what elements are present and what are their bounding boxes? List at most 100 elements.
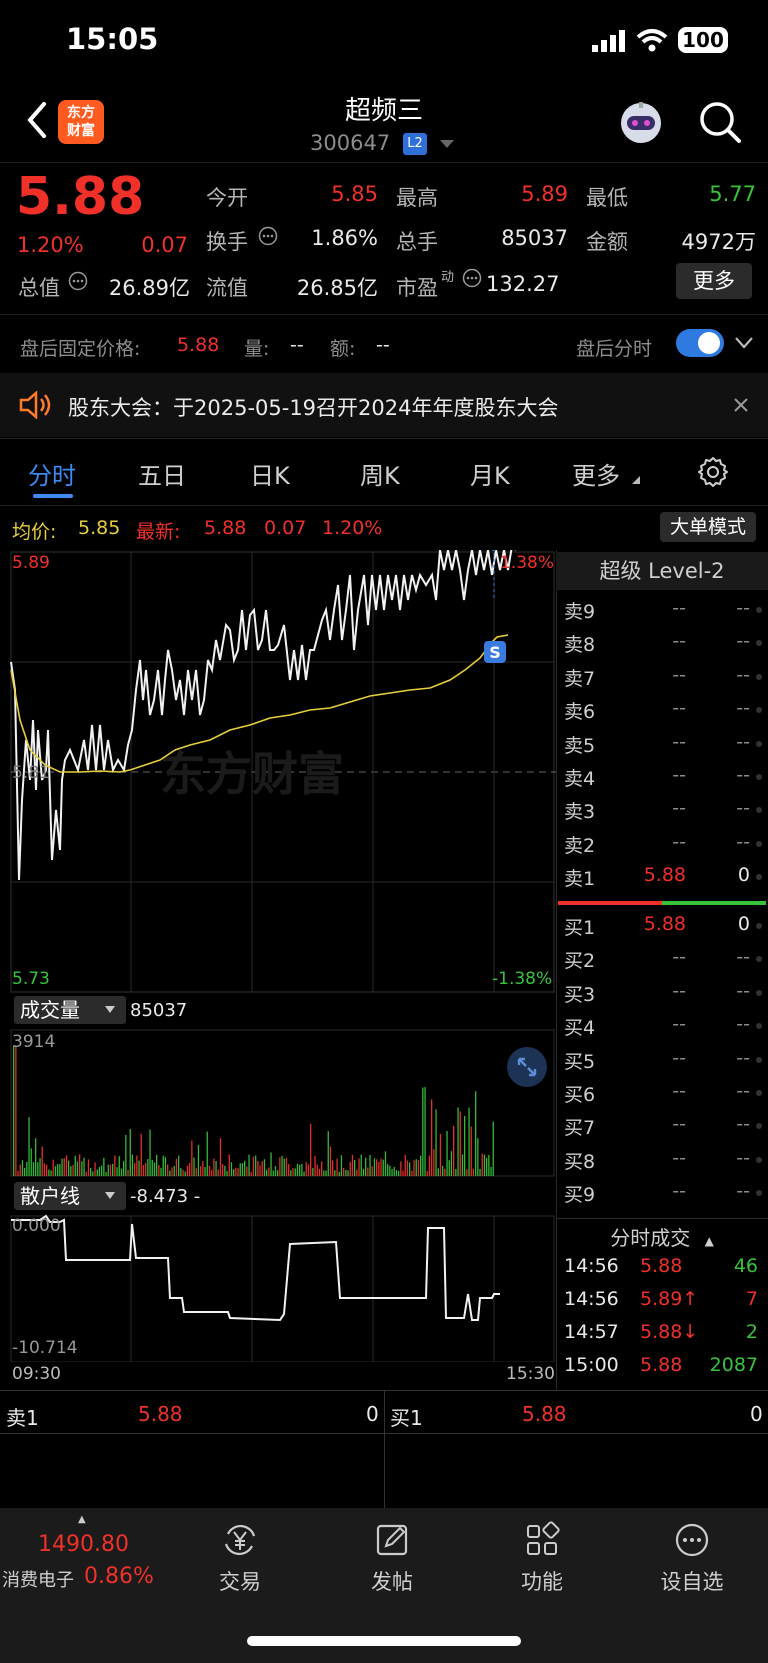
volume-bar	[437, 1168, 439, 1176]
home-indicator[interactable]	[247, 1636, 521, 1646]
bid-row[interactable]: 买2 -- --	[560, 946, 768, 978]
ask-row[interactable]: 卖4 -- --	[560, 764, 768, 796]
sell-signal-marker[interactable]: S	[483, 640, 507, 666]
volume-bar	[321, 1161, 323, 1176]
tab-daily-k[interactable]: 日K	[250, 456, 290, 491]
stock-code[interactable]: 300647	[310, 131, 390, 155]
search-icon[interactable]	[698, 100, 742, 144]
volume-bar	[351, 1154, 354, 1176]
volume-bar	[259, 1165, 261, 1176]
nav-functions-label: 功能	[521, 1570, 563, 1594]
volume-bar	[252, 1156, 255, 1176]
ask-price: --	[672, 830, 686, 853]
intraday-price-chart[interactable]: 东方财富	[0, 550, 556, 994]
ask-dot	[756, 874, 762, 881]
volume-bar	[250, 1171, 252, 1176]
volume-bar	[206, 1131, 208, 1176]
bid-volume: --	[736, 946, 750, 969]
bid-price: --	[672, 1113, 686, 1136]
bid-dot	[756, 1023, 762, 1030]
ask-row[interactable]: 卖7 -- --	[560, 664, 768, 696]
big-order-mode-button[interactable]: 大单模式	[660, 512, 756, 542]
info-dots-icon[interactable]	[258, 226, 278, 246]
more-dots-icon	[675, 1523, 709, 1557]
bid-price: --	[672, 1013, 686, 1036]
volume-bar	[470, 1126, 472, 1176]
volume-bar	[310, 1124, 312, 1176]
nav-post[interactable]: 发帖	[342, 1520, 442, 1596]
ask-row[interactable]: 卖3 -- --	[560, 797, 768, 829]
info-dots-icon[interactable]	[462, 268, 482, 288]
ask-row[interactable]: 卖2 -- --	[560, 831, 768, 863]
dropdown-caret-icon[interactable]	[440, 140, 454, 150]
level2-badge: L2	[403, 133, 427, 155]
volume-bar	[479, 1168, 481, 1176]
ask-row[interactable]: 卖9 -- --	[560, 597, 768, 629]
expand-icon[interactable]	[506, 1046, 548, 1088]
volume-bar	[369, 1154, 371, 1176]
tab-weekly-k[interactable]: 周K	[360, 456, 400, 491]
volume-bar	[371, 1166, 373, 1176]
settings-gear-icon[interactable]	[697, 456, 729, 488]
volume-bar	[28, 1117, 30, 1176]
tab-monthly-k[interactable]: 月K	[470, 456, 510, 491]
wifi-icon	[636, 29, 668, 52]
volume-bar	[268, 1167, 270, 1176]
ask-price: --	[672, 730, 686, 753]
ask-volume: 0	[737, 864, 750, 887]
ask-volume: --	[736, 630, 750, 653]
chevron-down-icon[interactable]	[734, 336, 754, 350]
nav-trade[interactable]: 交易	[190, 1520, 290, 1596]
nav-functions[interactable]: 功能	[492, 1520, 592, 1596]
close-icon[interactable]	[733, 397, 749, 413]
ask-row[interactable]: 卖1 5.88 0	[560, 864, 768, 896]
volume-bar	[358, 1158, 360, 1176]
tab-more[interactable]: 更多	[572, 456, 620, 491]
volume-bar	[490, 1166, 492, 1176]
ask-label: 卖8	[564, 634, 596, 657]
edit-post-icon	[376, 1524, 408, 1556]
bid-row[interactable]: 买7 -- --	[560, 1113, 768, 1145]
ask-row[interactable]: 卖5 -- --	[560, 731, 768, 763]
bid-row[interactable]: 买3 -- --	[560, 980, 768, 1012]
sector-index-widget[interactable]: ▲ 1490.80 消费电子 0.86%	[0, 1510, 168, 1591]
notice-text[interactable]: 股东大会：于2025-05-19召开2024年年度股东大会	[68, 392, 558, 422]
tab-timeshare[interactable]: 分时	[28, 456, 76, 491]
bid-row[interactable]: 买5 -- --	[560, 1047, 768, 1079]
bid-row[interactable]: 买1 5.88 0	[560, 913, 768, 945]
retail-line-chart[interactable]	[0, 1214, 556, 1362]
bid-volume: --	[736, 1080, 750, 1102]
volume-bar	[442, 1165, 444, 1176]
bid-label: 买1	[564, 917, 596, 939]
volume-bar	[186, 1165, 189, 1176]
nav-post-label: 发帖	[371, 1570, 413, 1594]
volume-bar	[171, 1167, 173, 1176]
active-tab-indicator	[33, 494, 73, 498]
volume-bar	[61, 1158, 63, 1176]
volume-bar	[63, 1158, 65, 1176]
bid-row[interactable]: 买4 -- --	[560, 1013, 768, 1045]
level2-title[interactable]: 超级 Level-2	[556, 552, 768, 590]
more-button[interactable]: 更多	[676, 263, 752, 299]
bid-label: 买8	[564, 1150, 596, 1173]
ask-row[interactable]: 卖8 -- --	[560, 630, 768, 662]
volume-bar	[292, 1168, 294, 1176]
volume-bar	[435, 1109, 437, 1176]
info-dots-icon[interactable]	[68, 271, 88, 291]
nav-watchlist-settings[interactable]: 设自选	[642, 1520, 742, 1596]
time-trades-title[interactable]: 分时成交 ▲	[556, 1222, 768, 1251]
volume-bar	[466, 1169, 468, 1176]
ask-row[interactable]: 卖6 -- --	[560, 697, 768, 729]
bottom-buy1-price: 5.88	[522, 1402, 567, 1426]
bid-row[interactable]: 买9 -- --	[560, 1180, 768, 1212]
volume-bar	[134, 1163, 136, 1176]
bid-row[interactable]: 买8 -- --	[560, 1147, 768, 1179]
volume-bar-chart[interactable]	[0, 1028, 556, 1178]
bid-volume: --	[736, 1180, 750, 1203]
bid-label: 买5	[564, 1050, 596, 1073]
tab-five-day[interactable]: 五日	[138, 456, 186, 491]
volume-bar	[406, 1160, 409, 1176]
ask-volume: --	[736, 797, 750, 820]
robot-assistant-icon[interactable]	[618, 100, 664, 146]
bid-row[interactable]: 买6 -- --	[560, 1080, 768, 1112]
